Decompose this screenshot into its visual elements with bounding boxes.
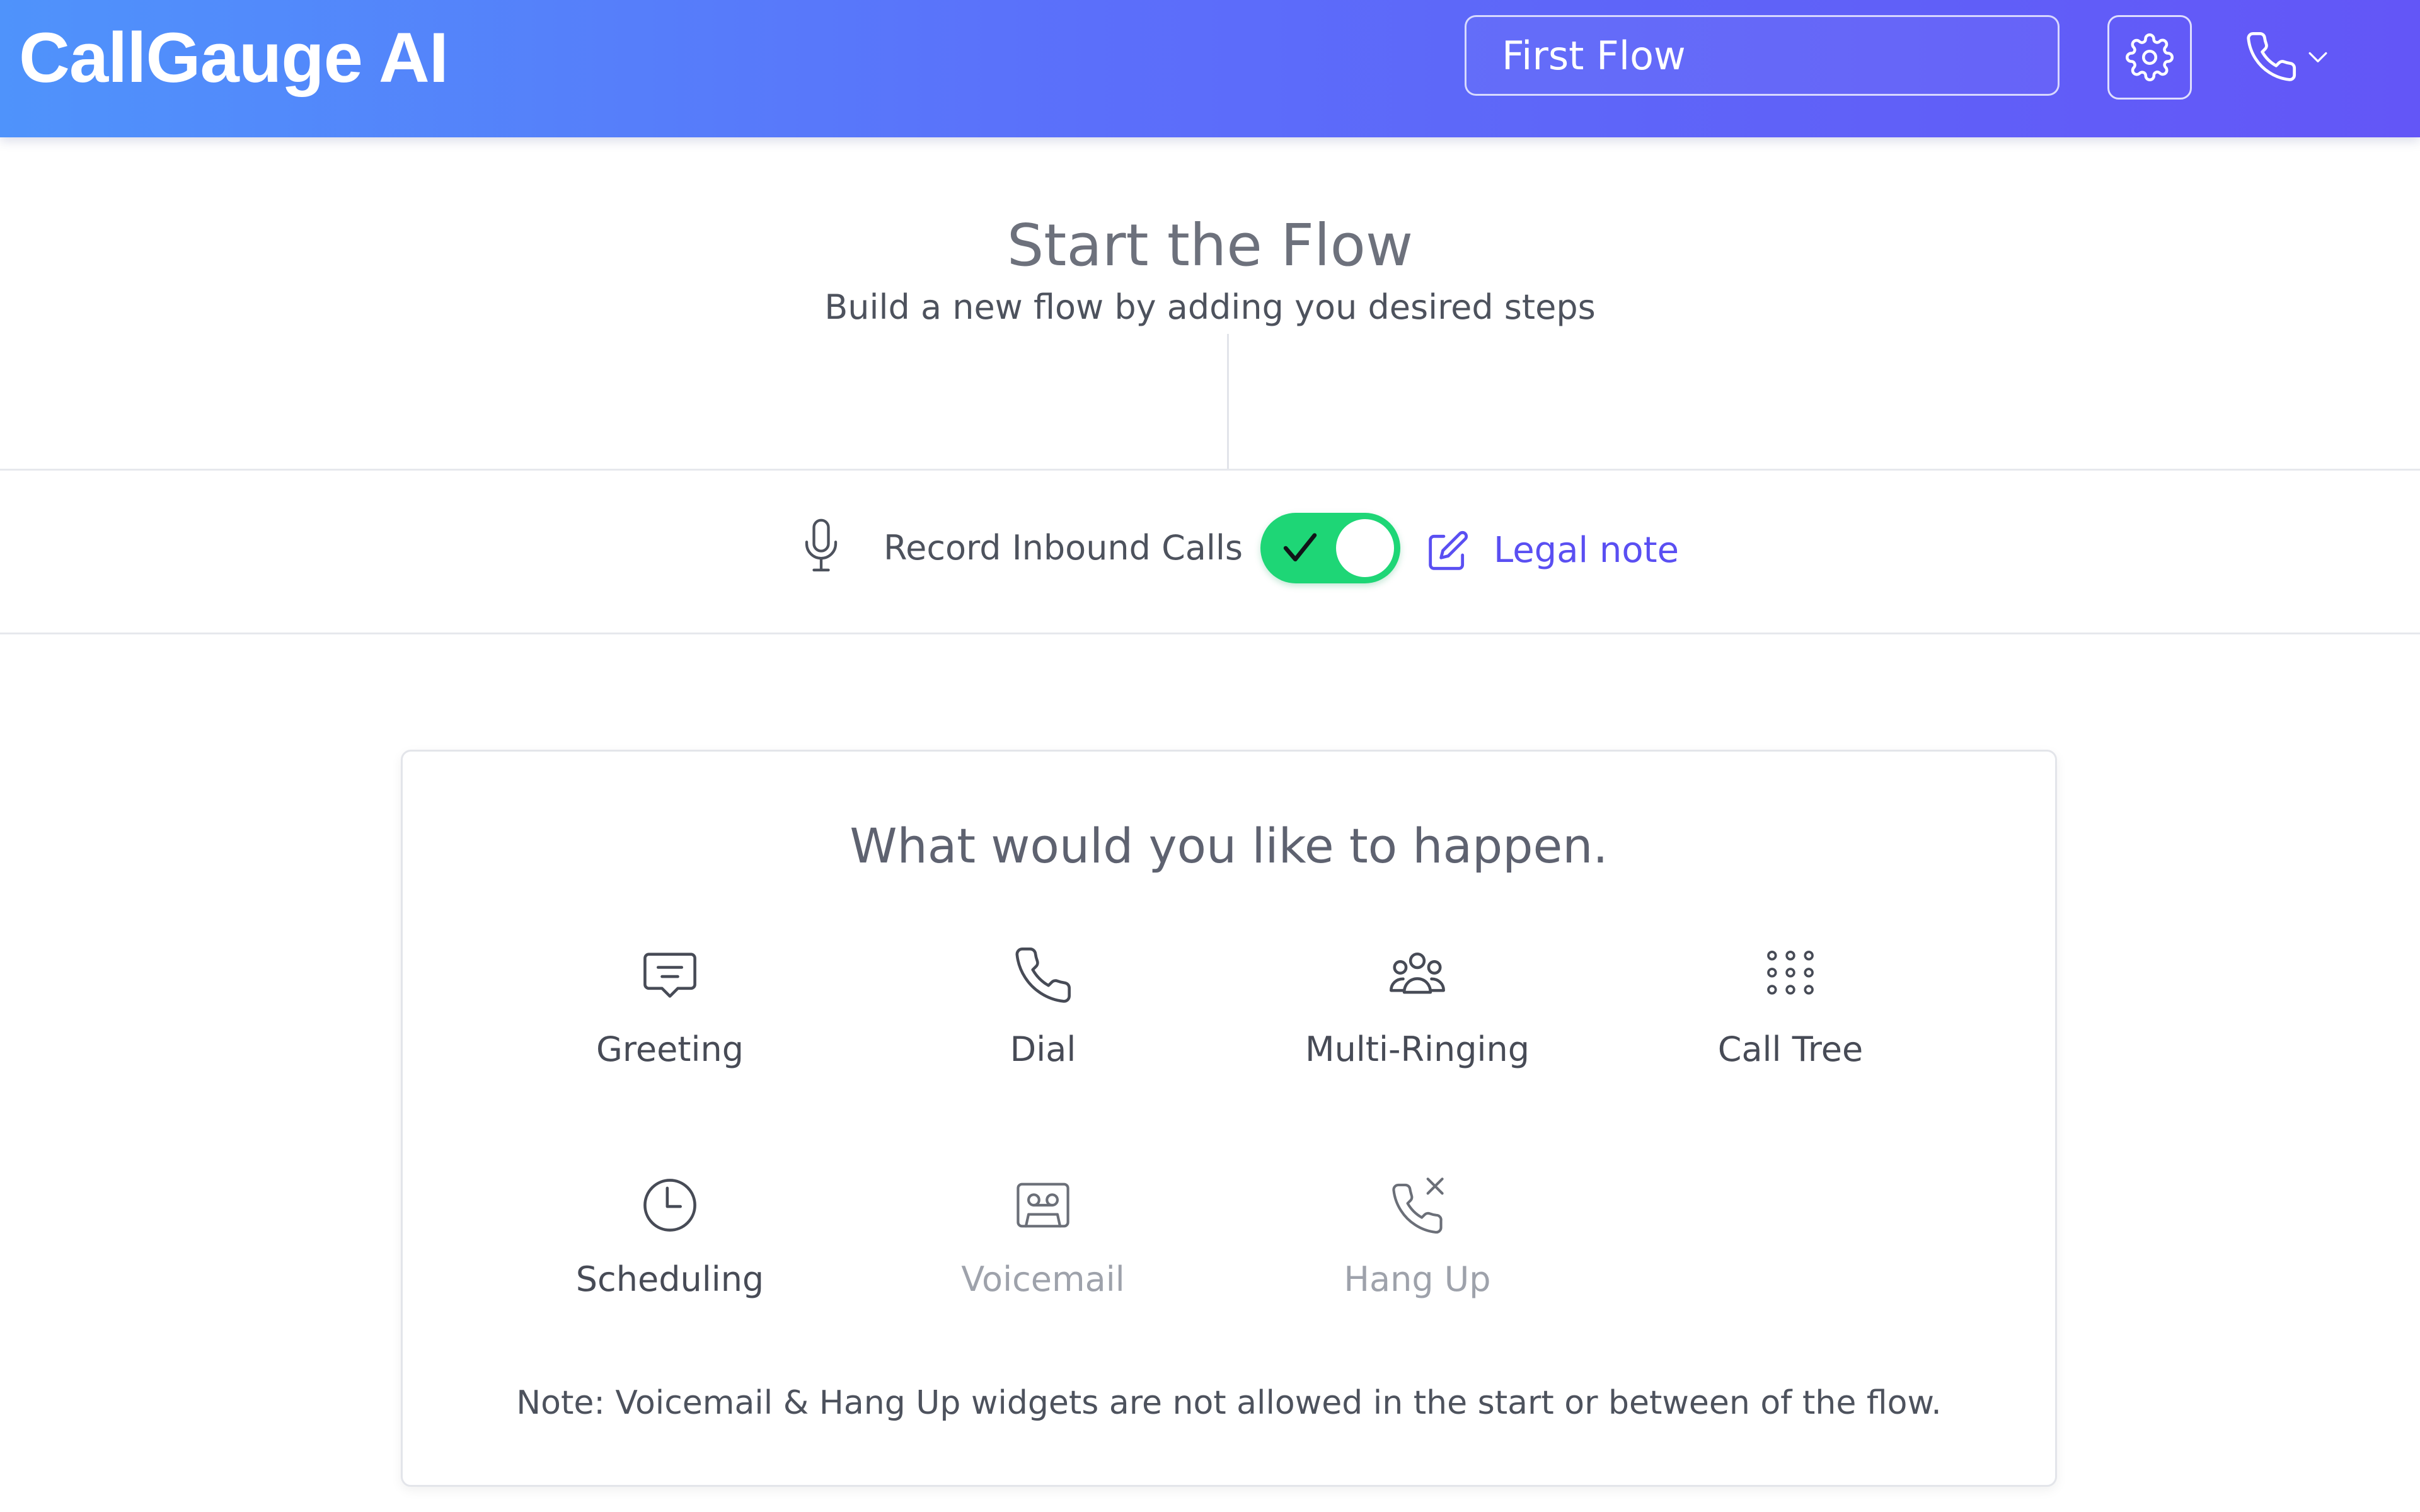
- phone-icon: [2247, 32, 2296, 81]
- phone-menu-button[interactable]: [2244, 25, 2338, 88]
- brand-logo: CallGauge AI: [19, 18, 449, 97]
- users-icon: [1390, 952, 1445, 994]
- option-label: Hang Up: [1344, 1259, 1491, 1299]
- option-label: Voicemail: [961, 1259, 1125, 1299]
- app-header: CallGauge AI: [0, 0, 2420, 137]
- toggle-knob: [1336, 519, 1394, 577]
- options-title: What would you like to happen.: [850, 818, 1608, 874]
- phone-hangup-icon: [1392, 1177, 1444, 1234]
- option-scheduling[interactable]: Scheduling: [493, 1174, 846, 1337]
- option-label: Scheduling: [575, 1259, 764, 1299]
- option-voicemail: Voicemail: [867, 1174, 1219, 1337]
- flow-name-input[interactable]: [1465, 15, 2060, 96]
- option-dial[interactable]: Dial: [867, 944, 1219, 1108]
- flow-options-card: What would you like to happen. Greeting …: [401, 750, 2057, 1487]
- settings-button[interactable]: [2107, 15, 2192, 100]
- check-icon: [1283, 533, 1317, 562]
- page-subtitle: Build a new flow by adding you desired s…: [824, 287, 1596, 327]
- record-calls-toggle[interactable]: [1260, 513, 1400, 583]
- restriction-note: Note: Voicemail & Hang Up widgets are no…: [516, 1384, 1942, 1422]
- microphone-icon: [805, 518, 838, 571]
- voicemail-icon: [1017, 1183, 1069, 1228]
- gear-icon: [2126, 33, 2174, 81]
- message-icon: [643, 953, 696, 998]
- option-multi-ringing[interactable]: Multi-Ringing: [1241, 944, 1594, 1108]
- option-hang-up: Hang Up: [1241, 1174, 1594, 1337]
- record-calls-label: Record Inbound Calls: [884, 528, 1243, 568]
- divider-bottom: [0, 633, 2420, 634]
- chevron-down-icon: [2308, 52, 2327, 62]
- option-greeting[interactable]: Greeting: [493, 944, 846, 1108]
- keypad-icon: [1767, 951, 1814, 995]
- option-label: Multi-Ringing: [1305, 1029, 1530, 1069]
- page-title: Start the Flow: [1006, 212, 1414, 279]
- option-call-tree[interactable]: Call Tree: [1614, 944, 1967, 1108]
- option-label: Dial: [1010, 1029, 1076, 1069]
- clock-icon: [643, 1179, 696, 1232]
- option-label: Greeting: [596, 1029, 744, 1069]
- option-label: Call Tree: [1717, 1029, 1864, 1069]
- edit-icon[interactable]: [1427, 529, 1470, 572]
- legal-note-link[interactable]: Legal note: [1494, 527, 1679, 575]
- flow-connector-line: [1227, 334, 1229, 469]
- divider-top: [0, 469, 2420, 471]
- phone-icon: [1015, 948, 1071, 1003]
